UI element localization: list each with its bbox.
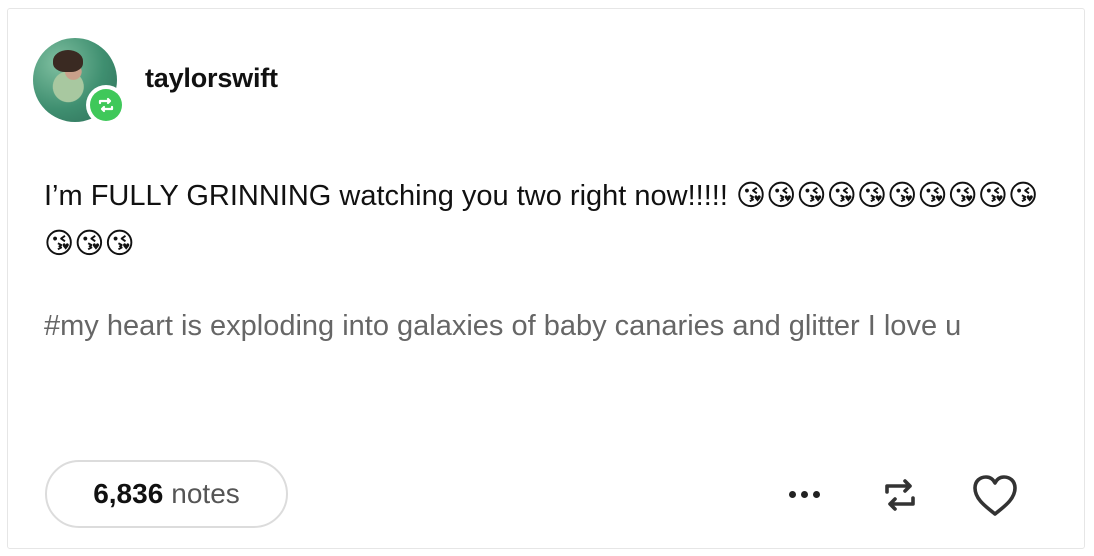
reblog-badge [86,85,126,125]
like-button[interactable] [962,468,1028,524]
reblog-button[interactable] [870,470,930,520]
reblog-icon [98,97,114,113]
reblog-icon [885,479,915,511]
notes-label: notes [171,478,240,509]
post-username[interactable]: taylorswift [145,63,278,94]
heart-icon [973,475,1017,516]
post-tags[interactable]: #my heart is exploding into galaxies of … [44,302,1024,350]
notes-button[interactable]: 6,836 notes [45,460,288,528]
post-body: I’m FULLY GRINNING watching you two righ… [44,180,1039,260]
more-options-button[interactable] [776,474,832,514]
more-options-icon [786,485,822,503]
avatar-image [53,50,83,72]
reblog-badge-icon [90,89,122,121]
notes-count: 6,836 [93,478,164,509]
